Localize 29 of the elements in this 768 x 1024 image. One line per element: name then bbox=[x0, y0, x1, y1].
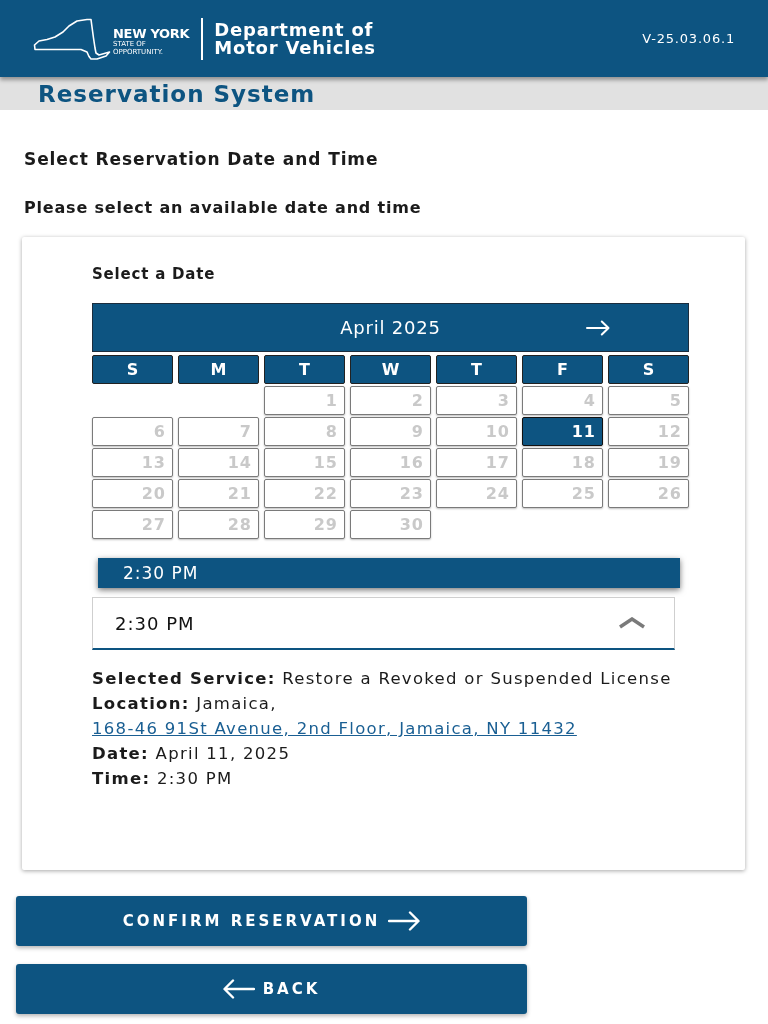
arrow-left-icon bbox=[222, 979, 255, 999]
logo-wordmark: NEW YORK bbox=[113, 26, 190, 40]
weekday-header: M bbox=[178, 355, 259, 384]
detail-text: Location: Jamaica, 168-46 91St Avenue, 2nd Floor, Jamaica, NY 11432 bbox=[92, 693, 578, 740]
weekday-header: T bbox=[436, 355, 517, 384]
detail-text: Date: April 11, 2025 bbox=[92, 743, 292, 765]
instruction-text: Please select an available date and time bbox=[24, 197, 423, 219]
weekday-header: S bbox=[608, 355, 689, 384]
department-title: Department of Motor Vehicles bbox=[214, 20, 376, 57]
weekday-header: S bbox=[92, 355, 173, 384]
date-label: Select a Date bbox=[92, 264, 217, 285]
time-option[interactable]: 2:30 PM bbox=[98, 558, 680, 588]
day-button[interactable]: 11 bbox=[522, 417, 603, 446]
back-button[interactable]: BACK bbox=[16, 964, 527, 1014]
confirm-button[interactable]: CONFIRM RESERVATION bbox=[16, 896, 527, 946]
next-month-button[interactable] bbox=[585, 319, 610, 336]
version-label: V-25.03.06.1 bbox=[642, 31, 735, 46]
address-link[interactable]: 168-46 91St Avenue, 2nd Floor, Jamaica, NY 11432 bbox=[92, 719, 577, 738]
weekday-header: T bbox=[264, 355, 345, 384]
weekday-header: F bbox=[522, 355, 603, 384]
time-select[interactable]: 2:30 PM bbox=[92, 597, 675, 650]
arrow-right-icon bbox=[585, 319, 610, 336]
detail-text: Time: 2:30 PM bbox=[92, 768, 234, 790]
detail-text: Selected Service: Restore a Revoked or Suspended License bbox=[92, 668, 673, 690]
arrow-right-icon bbox=[388, 911, 421, 931]
page-heading: Select Reservation Date and Time bbox=[24, 148, 380, 171]
month-label: April 2025 bbox=[340, 317, 441, 338]
weekday-header: W bbox=[350, 355, 431, 384]
app-title: Reservation System bbox=[38, 80, 316, 107]
